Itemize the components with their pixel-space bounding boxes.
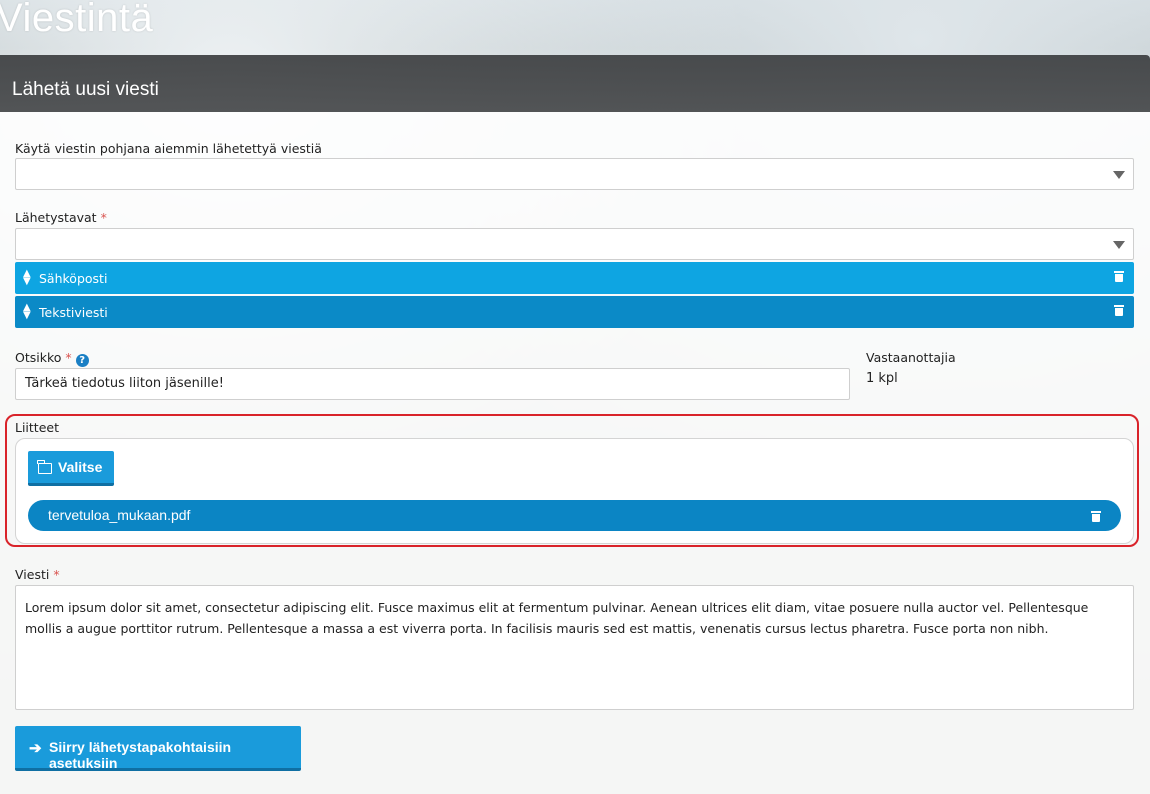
subject-label: Otsikko * ?	[15, 350, 89, 367]
methods-select[interactable]	[15, 228, 1134, 260]
folder-open-icon	[37, 460, 52, 477]
required-mark: *	[100, 210, 107, 225]
trash-icon[interactable]	[1091, 509, 1101, 525]
sort-handle-icon[interactable]: ▲ ▼	[23, 269, 31, 287]
page-title: Viestintä	[0, 0, 154, 40]
panel-title: Lähetä uusi viesti	[12, 79, 159, 100]
template-select-label: Käytä viestin pohjana aiemmin lähetettyä…	[15, 141, 322, 156]
next-settings-button-label: Siirry lähetystapakohtaisiin asetuksiin	[49, 739, 232, 771]
method-item-sms[interactable]: ▲ ▼ Tekstiviesti	[15, 296, 1134, 328]
attachment-item[interactable]: tervetuloa_mukaan.pdf	[28, 500, 1121, 531]
method-item-label: Tekstiviesti	[39, 305, 108, 320]
chevron-down-icon	[1113, 171, 1125, 179]
required-mark: *	[53, 567, 60, 582]
subject-input[interactable]: Tärkeä tiedotus liiton jäsenille!	[15, 368, 850, 400]
panel-header: Lähetä uusi viesti	[0, 55, 1150, 112]
attachment-name: tervetuloa_mukaan.pdf	[48, 507, 191, 523]
trash-icon[interactable]	[1114, 270, 1124, 285]
methods-label-text: Lähetystavat	[15, 210, 97, 225]
attachments-label: Liitteet	[15, 420, 59, 435]
message-label: Viesti *	[15, 567, 60, 582]
choose-file-button[interactable]: Valitse	[28, 451, 114, 486]
help-icon[interactable]: ?	[75, 354, 89, 367]
required-mark: *	[65, 350, 72, 365]
next-settings-button[interactable]: ➔ Siirry lähetystapakohtaisiin asetuksii…	[15, 726, 301, 771]
methods-label: Lähetystavat *	[15, 210, 107, 225]
chevron-down-icon	[1113, 241, 1125, 249]
template-select[interactable]	[15, 158, 1134, 190]
sort-handle-icon[interactable]: ▲ ▼	[23, 303, 31, 321]
choose-file-button-label: Valitse	[58, 459, 103, 475]
message-textarea[interactable]: Lorem ipsum dolor sit amet, consectetur …	[15, 585, 1134, 710]
recipients-count: 1 kpl	[866, 371, 898, 386]
arrow-right-icon: ➔	[29, 740, 42, 757]
recipients-label: Vastaanottajia	[866, 350, 956, 365]
trash-icon[interactable]	[1114, 304, 1124, 319]
method-item-label: Sähköposti	[39, 271, 108, 286]
message-label-text: Viesti	[15, 567, 50, 582]
method-item-email[interactable]: ▲ ▼ Sähköposti	[15, 262, 1134, 294]
subject-label-text: Otsikko	[15, 350, 62, 365]
